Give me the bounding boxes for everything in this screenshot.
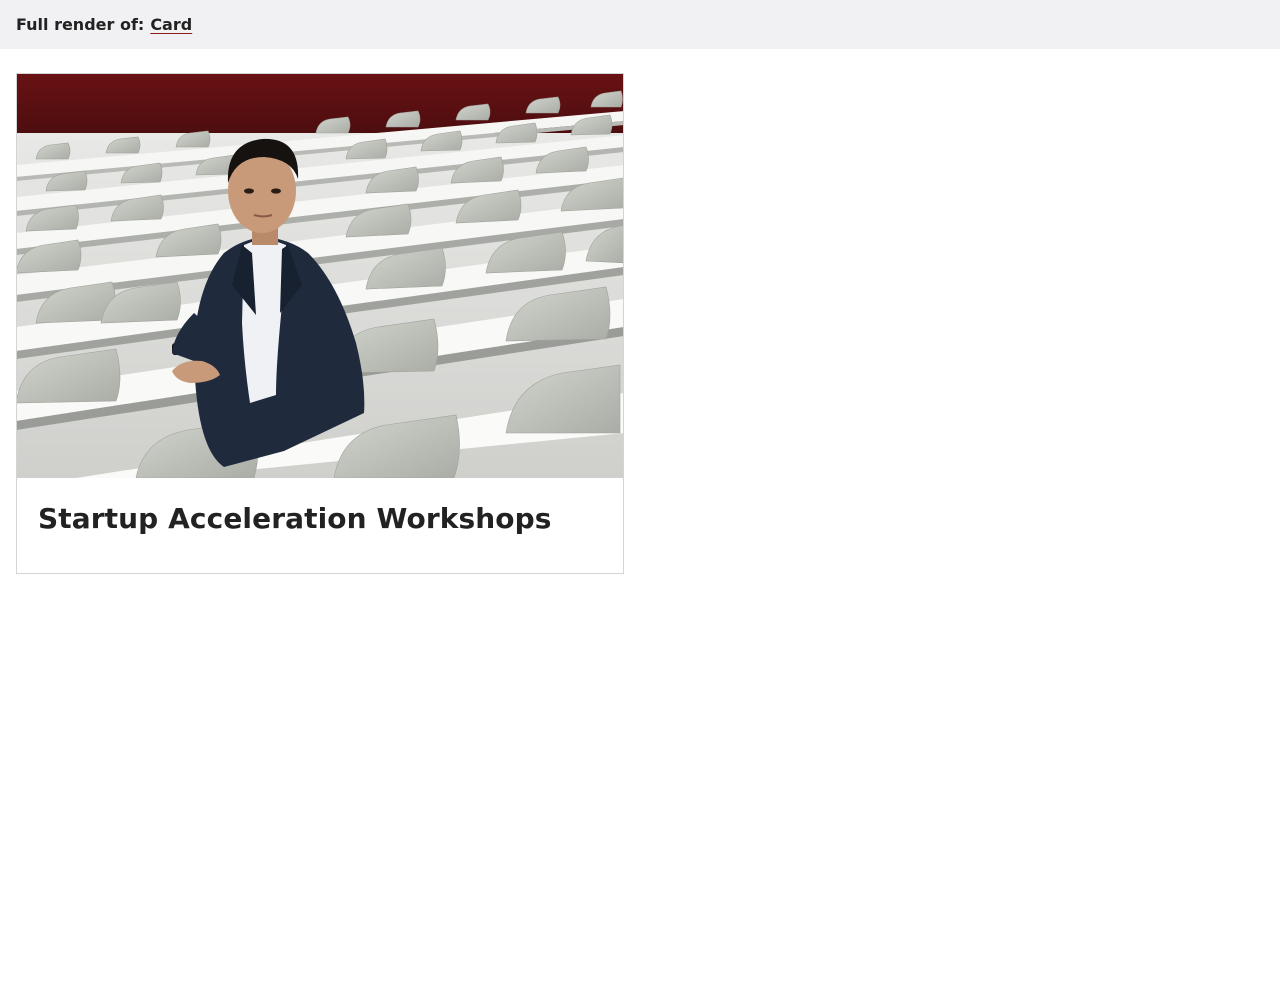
top-bar: Full render of: Card	[0, 0, 1280, 49]
lecture-hall-photo	[17, 74, 623, 478]
card-component-link[interactable]: Card	[150, 15, 192, 34]
card-title[interactable]: Startup Acceleration Workshops	[38, 502, 602, 536]
render-label: Full render of:	[16, 15, 145, 34]
card-image	[17, 74, 623, 478]
card[interactable]: Startup Acceleration Workshops	[16, 73, 624, 574]
card-body: Startup Acceleration Workshops	[17, 478, 623, 573]
